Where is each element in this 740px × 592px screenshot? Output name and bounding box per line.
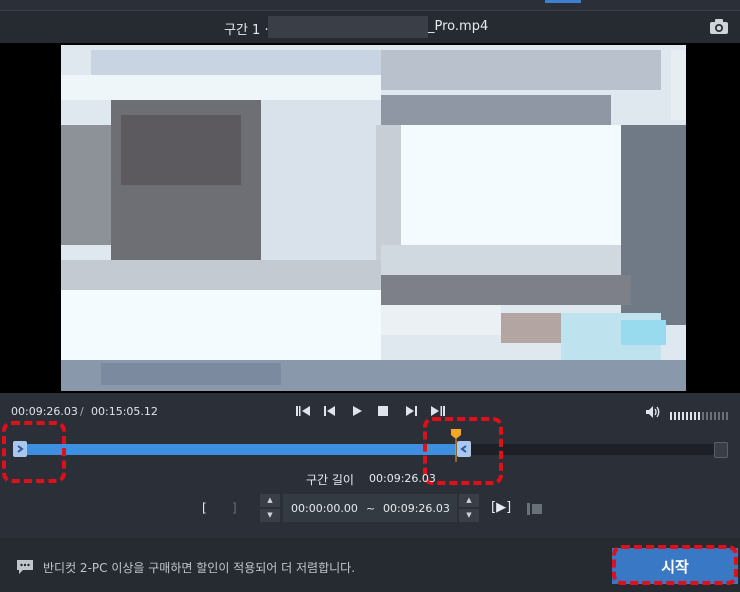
volume-icon[interactable] [645, 404, 663, 418]
current-time: 00:09:26.03 [11, 405, 78, 418]
start-time-stepper[interactable]: ▲ ▼ [260, 494, 280, 522]
segment-length-value: 00:09:26.03 [369, 472, 436, 485]
range-tilde: ~ [366, 502, 376, 515]
start-time-value[interactable]: 00:00:00.00 [291, 502, 358, 515]
range-start-handle[interactable] [13, 441, 27, 457]
range-editor: [ ] ▲ ▼ 00:00:00.00 ~ 00:09:26.03 ▲ ▼ [▶… [0, 494, 740, 524]
frame-forward-icon[interactable] [401, 402, 421, 420]
end-time-value[interactable]: 00:09:26.03 [383, 502, 450, 515]
stop-range-icon[interactable] [526, 501, 544, 515]
top-accent-bar [545, 0, 581, 3]
time-separator: / [80, 405, 84, 418]
chat-icon [16, 559, 34, 575]
playback-controls: 00:09:26.03 / 00:15:05.12 [0, 393, 740, 429]
timeline-end-handle[interactable] [714, 442, 728, 458]
filename-redaction [268, 16, 428, 38]
stop-icon[interactable] [373, 402, 393, 420]
video-frame [61, 45, 686, 391]
camera-icon[interactable] [708, 17, 730, 37]
chevron-right-icon [17, 445, 24, 453]
total-time: 00:15:05.12 [91, 405, 158, 418]
play-range-button[interactable]: [▶] [491, 500, 511, 515]
start-up-icon[interactable]: ▲ [260, 494, 280, 507]
segment-length-label: 구간 길이 [306, 473, 354, 487]
frame-back-icon[interactable] [320, 402, 340, 420]
file-name: _Pro.mp4 [428, 19, 489, 34]
range-time-field[interactable]: 00:00:00.00 ~ 00:09:26.03 [283, 494, 457, 522]
start-button[interactable]: 시작 [612, 548, 738, 584]
segment-title: 구간 1 · [224, 23, 269, 38]
video-preview[interactable] [0, 43, 740, 393]
footer: 반디컷 2-PC 이상을 구매하면 할인이 적용되어 더 저렴합니다. 시작 [0, 538, 740, 592]
skip-back-icon[interactable] [293, 402, 313, 420]
set-start-button[interactable]: [ [202, 501, 207, 515]
set-end-button[interactable]: ] [232, 501, 237, 515]
skip-forward-icon[interactable] [428, 402, 448, 420]
playhead[interactable] [450, 428, 462, 462]
end-time-stepper[interactable]: ▲ ▼ [459, 494, 479, 522]
start-down-icon[interactable]: ▼ [260, 509, 280, 522]
selected-range-bar[interactable] [20, 444, 456, 455]
title-bar: 구간 1 · _Pro.mp4 [0, 11, 740, 43]
volume-slider[interactable] [670, 406, 730, 420]
play-icon[interactable] [347, 402, 367, 420]
end-down-icon[interactable]: ▼ [459, 509, 479, 522]
end-up-icon[interactable]: ▲ [459, 494, 479, 507]
discount-notice: 반디컷 2-PC 이상을 구매하면 할인이 적용되어 더 저렴합니다. [43, 561, 356, 575]
segment-length: 구간 길이 00:09:26.03 [0, 469, 740, 489]
